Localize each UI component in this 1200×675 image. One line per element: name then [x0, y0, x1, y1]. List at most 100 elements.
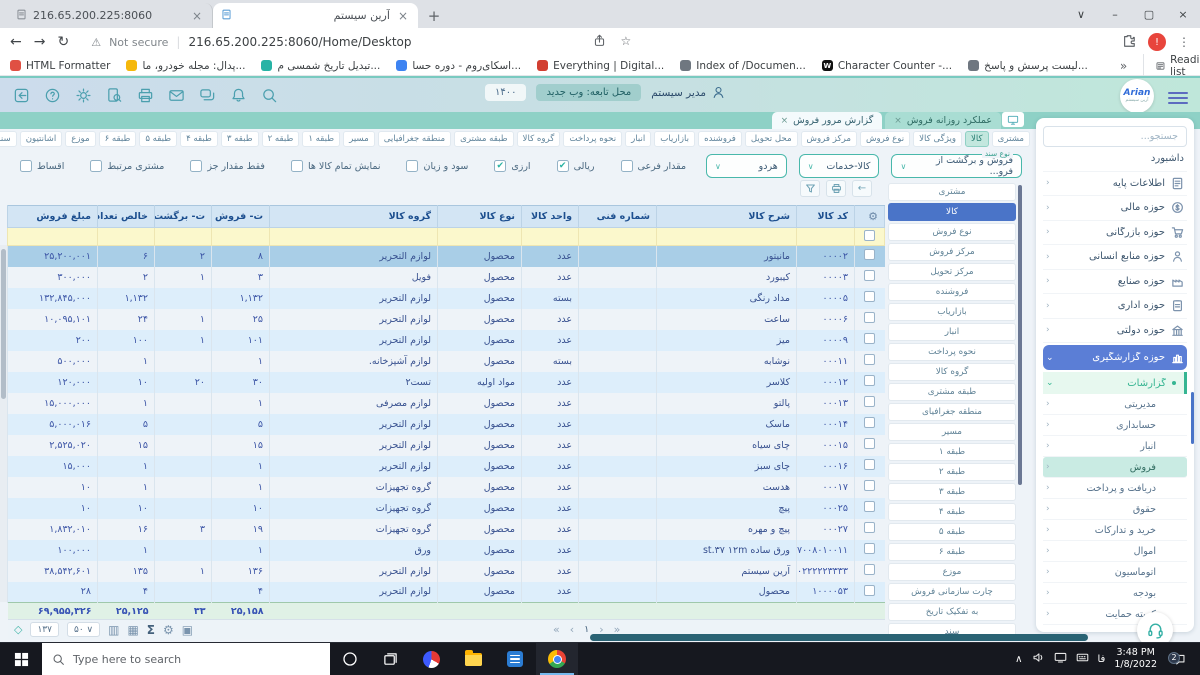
sidebar-item-اموال[interactable]: اموال ‹	[1043, 541, 1187, 562]
column-settings-header[interactable]: ⚙	[854, 205, 885, 228]
row-select-cell[interactable]	[854, 560, 885, 582]
filter-chip[interactable]: فروشنده	[698, 131, 742, 147]
cortana-button[interactable]	[330, 643, 370, 675]
sidebar-search-input[interactable]	[1043, 126, 1187, 147]
sidebar-item-اتوماسیون[interactable]: اتوماسیون ‹	[1043, 562, 1187, 583]
notifications-button[interactable]	[227, 84, 249, 106]
dimension-item[interactable]: مشتری	[888, 183, 1016, 201]
filter-chip[interactable]: مسیر	[343, 131, 375, 147]
sidebar-item-حوزه بازرگانی[interactable]: حوزه بازرگانی ‹	[1043, 221, 1187, 245]
table-row[interactable]: ۰۰۰۱۵ چای سیاه عدد محصول لوازم التحریر ۱۵ ۱۵ ۲,…	[7, 434, 885, 456]
refresh-diamond-icon[interactable]: ◇	[14, 623, 22, 636]
filter-chip[interactable]: سند	[0, 131, 17, 147]
bookmark-item[interactable]: اسکای‌روم - دوره حسا...	[396, 60, 521, 72]
filter-chip[interactable]: مرکز فروش	[800, 131, 857, 147]
prev-page-icon[interactable]: ‹	[570, 623, 574, 636]
notification-center-button[interactable]: 2	[1166, 651, 1192, 666]
column-header[interactable]: شماره فنی	[578, 205, 657, 228]
filter-checkbox[interactable]: اقساط	[20, 160, 64, 172]
dimension-item[interactable]: طبقه ۵	[888, 523, 1016, 541]
first-page-icon[interactable]: «	[553, 623, 560, 636]
column-header[interactable]: نوع کالا	[437, 205, 522, 228]
row-checkbox[interactable]	[864, 584, 876, 596]
filter-chip[interactable]: محل تحویل	[744, 131, 798, 147]
bookmark-item[interactable]: تبدیل تاریخ شمسی م...	[261, 60, 380, 72]
filter-chip[interactable]: کالا	[965, 131, 989, 147]
filter-chip[interactable]: انبار	[625, 131, 652, 147]
desktop-view-button[interactable]	[1002, 112, 1024, 127]
row-checkbox[interactable]	[864, 249, 876, 261]
bookmark-item[interactable]: پدال: مجله خودرو، ما...	[126, 60, 245, 72]
column-header[interactable]: خالص تعداد	[97, 205, 155, 228]
sidebar-item-فروش[interactable]: فروش ‹	[1043, 457, 1187, 478]
sidebar-item-مدیریتی[interactable]: مدیریتی ‹	[1043, 394, 1187, 415]
select-all-checkbox[interactable]	[864, 229, 875, 241]
filter-checkbox[interactable]: ریالی ✔	[556, 160, 595, 172]
row-select-cell[interactable]	[854, 539, 885, 561]
row-select-cell[interactable]	[854, 245, 885, 267]
row-checkbox[interactable]	[864, 333, 876, 344]
close-tab-icon[interactable]: ×	[781, 116, 789, 126]
filter-chip[interactable]: مشتری	[991, 131, 1030, 147]
row-checkbox[interactable]	[864, 270, 876, 281]
browser-tab-1[interactable]: 216.65.200.225:8060 ×	[8, 3, 213, 28]
row-select-cell[interactable]	[854, 476, 885, 498]
row-select-cell[interactable]	[854, 350, 885, 372]
table-row[interactable]: ۰۰۰۱۷ هدست عدد محصول گروه تجهیزات ۱ ۱ ۱۰	[7, 476, 885, 498]
columns-icon[interactable]: ▥	[108, 623, 119, 637]
sidebar-item-حوزه منابع انسانی[interactable]: حوزه منابع انسانی ‹	[1043, 245, 1187, 270]
table-row[interactable]: ۰۰۰۰۹ میز عدد محصول لوازم التحریر ۱۰۱ ۱ ۱۰۰ ۲۰۰	[7, 329, 885, 351]
start-button[interactable]	[0, 643, 42, 675]
table-row[interactable]: ۰۰۰۱۶ چای سبز عدد محصول لوازم التحریر ۱ ۱ ۱۵,۰۰…	[7, 455, 885, 477]
checkbox-box[interactable]	[90, 160, 103, 172]
row-checkbox[interactable]	[864, 501, 876, 512]
filter-checkbox[interactable]: فقط مقدار جز	[190, 160, 265, 172]
dimension-item[interactable]: طبقه مشتری	[888, 383, 1016, 401]
sidebar-item-خرید و تدارکات[interactable]: خرید و تدارکات ‹	[1043, 520, 1187, 541]
taskbar-app-notes[interactable]	[494, 643, 536, 675]
dimension-item[interactable]: طبقه ۴	[888, 503, 1016, 521]
row-select-cell[interactable]	[854, 581, 885, 603]
row-select-cell[interactable]	[854, 308, 885, 330]
filter-funnel-button[interactable]	[800, 180, 820, 197]
table-row[interactable]: ۰۰۷۰۰۸۰۱۰۰۱۱ورق ساده st.۳۷ ۱۲m عددمحصولور…	[7, 539, 885, 561]
bookmarks-overflow-button[interactable]: »	[1120, 59, 1127, 73]
keyboard-icon[interactable]	[1076, 651, 1089, 667]
filter-cell[interactable]	[796, 227, 855, 246]
bookmark-item[interactable]: W Character Counter -...	[821, 60, 952, 72]
bookmark-star-icon[interactable]: ☆	[620, 34, 631, 50]
display-icon[interactable]	[1054, 651, 1067, 667]
row-checkbox[interactable]	[864, 417, 876, 428]
sidebar-item-گزارشات[interactable]: گزارشات ⌄	[1043, 372, 1187, 394]
sidebar-item-حوزه دولتی[interactable]: حوزه دولتی ‹	[1043, 319, 1187, 343]
dimension-item[interactable]: گروه کالا	[888, 363, 1016, 381]
tab-search-icon[interactable]: ∨	[1064, 8, 1098, 21]
back-arrow-button[interactable]: ←	[852, 180, 872, 197]
column-header[interactable]: شرح کالا	[656, 205, 797, 228]
filter-chip[interactable]: طبقه ۳	[220, 131, 259, 147]
table-row[interactable]: ۰۰۰۱۱ نوشابه بسته محصول لوازم آشپزخانه. ۱ ۱ ۵۰۰…	[7, 350, 885, 372]
row-checkbox[interactable]	[864, 480, 876, 491]
taskbar-clock[interactable]: 3:48 PM 1/8/2022	[1114, 647, 1157, 671]
filter-cell[interactable]	[154, 227, 212, 246]
taskbar-search[interactable]: Type here to search	[42, 643, 330, 675]
table-row[interactable]: ۰۰۰۰۲ مانیتور عدد محصول لوازم التحریر ۸ ۲ ۶ ۲۵,۲…	[7, 245, 885, 267]
browser-menu-icon[interactable]: ⋮	[1178, 35, 1190, 49]
row-checkbox[interactable]	[864, 564, 876, 575]
filter-checkbox[interactable]: مقدار فرعی	[620, 160, 686, 172]
row-select-cell[interactable]	[854, 329, 885, 351]
panel-scrollbar[interactable]	[1018, 185, 1022, 485]
row-select-cell[interactable]	[854, 497, 885, 519]
table-vertical-scrollbar[interactable]	[0, 245, 7, 602]
arian-logo[interactable]: Arian آرین سیستم	[1120, 79, 1154, 113]
mail-button[interactable]	[165, 84, 187, 106]
horizontal-scrollbar-thumb[interactable]	[590, 634, 1088, 641]
filter-chip[interactable]: طبقه ۴	[180, 131, 218, 147]
dimension-item[interactable]: موزع	[888, 563, 1016, 581]
dimension-item[interactable]: مرکز فروش	[888, 243, 1016, 261]
maximize-button[interactable]: ▢	[1132, 8, 1166, 21]
sidebar-item-حوزه گزارشگیری[interactable]: حوزه گزارشگیری ⌄	[1043, 345, 1187, 370]
filter-checkbox[interactable]: مشتری مرتبط	[90, 160, 164, 172]
filter-row-checkbox-cell[interactable]	[854, 227, 885, 246]
table-row[interactable]: ۱۰۰۰۰۵۳ محصول عدد محصول لوازم التحریر ۴ ۴ ۲۸	[7, 581, 885, 603]
